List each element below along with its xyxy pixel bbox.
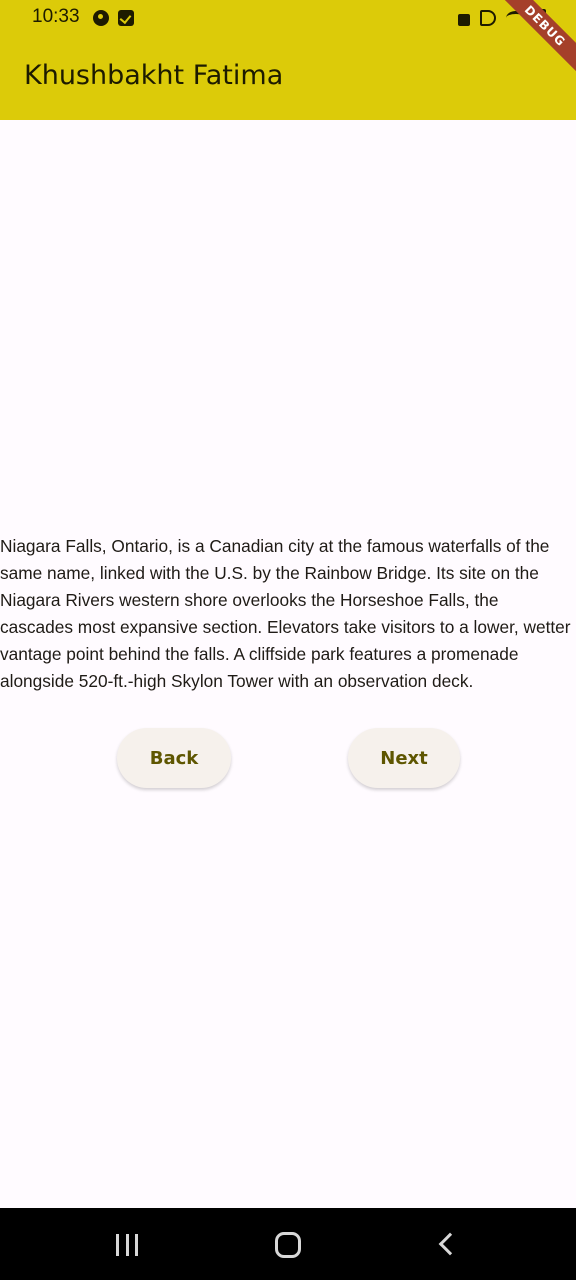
mute-icon [480,10,496,26]
lock-icon [458,14,470,26]
play-store-icon [93,10,109,26]
description-text: Niagara Falls, Ontario, is a Canadian ci… [0,536,571,691]
back-button[interactable]: Back [117,728,231,788]
back-icon[interactable] [438,1232,462,1256]
app-screen: 10:33 DEBUG Khushbakht Fatima Niagara Fa… [0,0,576,1280]
home-icon[interactable] [275,1232,301,1258]
app-bar-title: Khushbakht Fatima [24,60,284,91]
next-button[interactable]: Next [348,728,460,788]
top-bar: 10:33 DEBUG Khushbakht Fatima [0,0,576,120]
checklist-icon [118,10,134,26]
system-nav-bar [0,1208,576,1280]
status-time: 10:33 [32,6,80,27]
recents-icon[interactable] [116,1234,138,1256]
status-bar: 10:33 [0,0,576,36]
